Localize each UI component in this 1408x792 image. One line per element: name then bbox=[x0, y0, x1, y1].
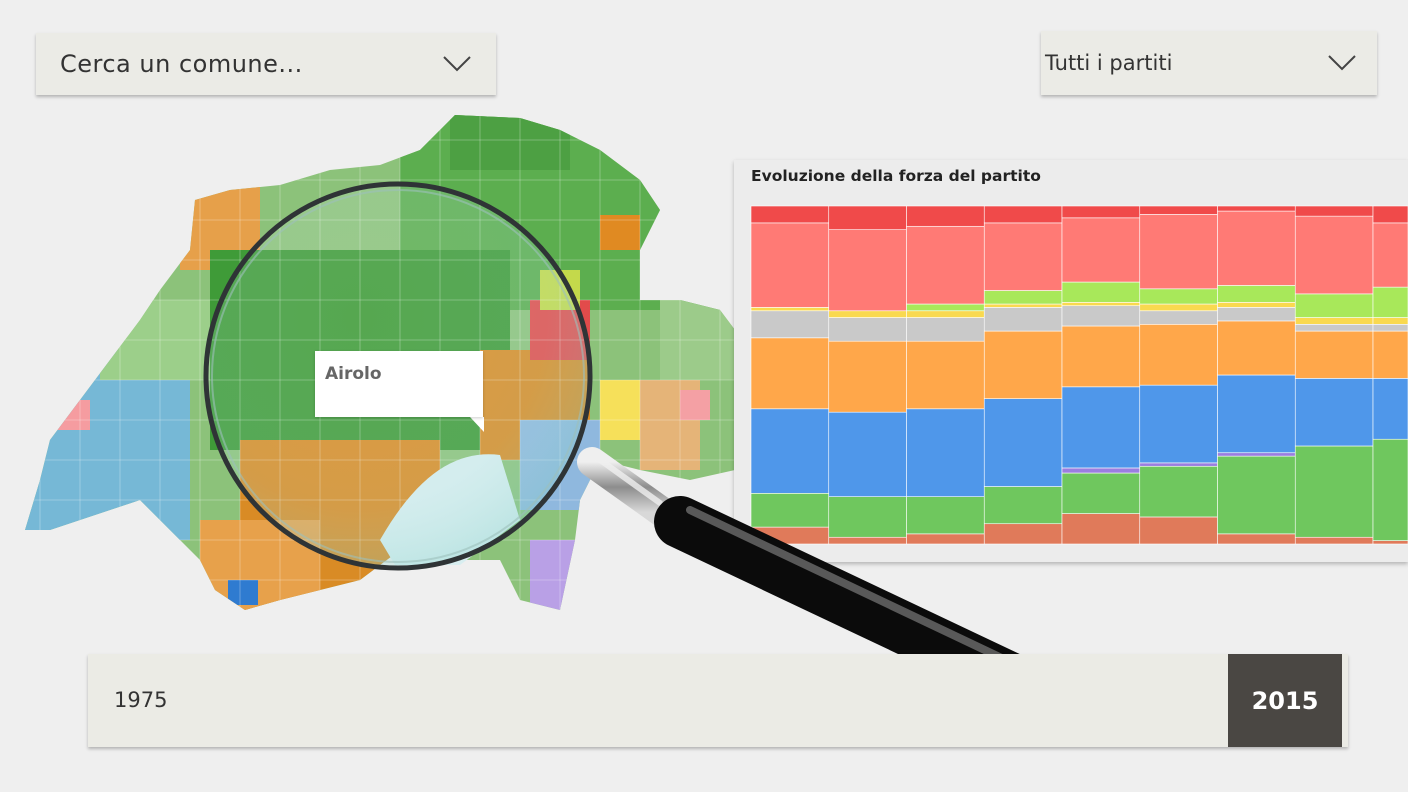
area-segment-series-1-period-4[interactable] bbox=[1061, 472, 1141, 514]
search-placeholder: Cerca un comune... bbox=[60, 50, 303, 78]
area-segment-series-8-period-3[interactable] bbox=[983, 222, 1063, 291]
area-segment-series-5-period-1[interactable] bbox=[828, 317, 907, 342]
area-segment-series-4-period-1[interactable] bbox=[828, 340, 907, 413]
area-segment-series-9-period-3[interactable] bbox=[983, 205, 1063, 224]
area-segment-series-3-period-4[interactable] bbox=[1061, 386, 1141, 469]
area-segment-series-6-period-2[interactable] bbox=[906, 310, 985, 318]
area-segment-series-1-period-8[interactable] bbox=[1372, 438, 1408, 541]
area-segment-series-7-period-2[interactable] bbox=[906, 303, 985, 312]
area-segment-series-5-period-5[interactable] bbox=[1139, 310, 1218, 325]
area-segment-series-5-period-4[interactable] bbox=[1061, 305, 1141, 327]
area-segment-series-6-period-7[interactable] bbox=[1294, 317, 1374, 325]
area-segment-series-3-period-5[interactable] bbox=[1139, 384, 1218, 464]
area-segment-series-7-period-6[interactable] bbox=[1217, 285, 1296, 303]
area-segment-series-9-period-2[interactable] bbox=[906, 205, 985, 227]
area-segment-series-5-period-0[interactable] bbox=[750, 310, 830, 339]
area-segment-series-1-period-5[interactable] bbox=[1139, 465, 1218, 518]
area-segment-series-1-period-7[interactable] bbox=[1294, 445, 1374, 538]
area-segment-series-8-period-5[interactable] bbox=[1139, 214, 1218, 290]
area-segment-series-0-period-7[interactable] bbox=[1294, 536, 1374, 545]
area-segment-series-8-period-4[interactable] bbox=[1061, 217, 1141, 283]
area-segment-series-8-period-1[interactable] bbox=[828, 229, 907, 312]
party-strength-chart-panel: Evoluzione della forza del partito bbox=[734, 160, 1408, 562]
area-segment-series-8-period-0[interactable] bbox=[750, 222, 830, 308]
municipality-search-dropdown[interactable]: Cerca un comune... bbox=[36, 33, 496, 95]
area-segment-series-5-period-8[interactable] bbox=[1372, 324, 1408, 332]
tooltip-municipality-name: Airolo bbox=[325, 364, 382, 384]
year-timeline-slider[interactable]: 1975 2015 bbox=[88, 654, 1348, 747]
area-segment-series-2-period-6[interactable] bbox=[1217, 452, 1296, 457]
area-segment-series-2-period-5[interactable] bbox=[1139, 462, 1218, 467]
area-segment-series-0-period-3[interactable] bbox=[983, 523, 1063, 545]
area-segment-series-1-period-3[interactable] bbox=[983, 486, 1063, 525]
area-segment-series-9-period-0[interactable] bbox=[750, 205, 830, 224]
area-segment-series-8-period-7[interactable] bbox=[1294, 215, 1374, 295]
area-segment-series-4-period-6[interactable] bbox=[1217, 320, 1296, 376]
area-segment-series-3-period-1[interactable] bbox=[828, 411, 907, 497]
area-segment-series-3-period-7[interactable] bbox=[1294, 378, 1374, 447]
area-segment-series-0-period-5[interactable] bbox=[1139, 516, 1218, 545]
area-segment-series-1-period-0[interactable] bbox=[750, 492, 830, 528]
area-segment-series-9-period-4[interactable] bbox=[1061, 205, 1141, 219]
area-segment-series-5-period-2[interactable] bbox=[906, 317, 985, 342]
area-segment-series-6-period-3[interactable] bbox=[983, 303, 1063, 308]
area-segment-series-5-period-6[interactable] bbox=[1217, 307, 1296, 322]
area-segment-series-3-period-0[interactable] bbox=[750, 408, 830, 494]
area-segment-series-4-period-4[interactable] bbox=[1061, 325, 1141, 388]
area-segment-series-6-period-1[interactable] bbox=[828, 310, 907, 318]
area-segment-series-0-period-1[interactable] bbox=[828, 536, 907, 545]
area-segment-series-7-period-4[interactable] bbox=[1061, 281, 1141, 303]
area-segment-series-4-period-0[interactable] bbox=[750, 337, 830, 410]
area-segment-series-7-period-7[interactable] bbox=[1294, 293, 1374, 318]
area-segment-series-6-period-8[interactable] bbox=[1372, 317, 1408, 325]
area-segment-series-9-period-5[interactable] bbox=[1139, 205, 1218, 215]
area-segment-series-6-period-6[interactable] bbox=[1217, 302, 1296, 308]
area-segment-series-4-period-5[interactable] bbox=[1139, 324, 1218, 386]
chevron-down-icon bbox=[1328, 55, 1356, 71]
area-segment-series-9-period-6[interactable] bbox=[1217, 205, 1296, 212]
area-segment-series-8-period-6[interactable] bbox=[1217, 210, 1296, 286]
area-segment-series-3-period-3[interactable] bbox=[983, 398, 1063, 487]
area-segment-series-4-period-2[interactable] bbox=[906, 340, 985, 410]
area-segment-series-1-period-6[interactable] bbox=[1217, 455, 1296, 535]
stacked-area-chart[interactable] bbox=[734, 160, 1408, 562]
area-segment-series-6-period-4[interactable] bbox=[1061, 302, 1141, 307]
area-segment-series-4-period-8[interactable] bbox=[1372, 330, 1408, 379]
area-segment-series-1-period-2[interactable] bbox=[906, 496, 985, 535]
area-segment-series-8-period-8[interactable] bbox=[1372, 222, 1408, 288]
area-segment-series-3-period-6[interactable] bbox=[1217, 374, 1296, 454]
area-segment-series-3-period-8[interactable] bbox=[1372, 378, 1408, 440]
timeline-current-year-handle[interactable]: 2015 bbox=[1228, 654, 1342, 747]
area-segment-series-7-period-3[interactable] bbox=[983, 290, 1063, 305]
party-filter-dropdown[interactable]: Tutti i partiti bbox=[1041, 31, 1377, 95]
area-segment-series-4-period-7[interactable] bbox=[1294, 330, 1374, 379]
area-segment-series-4-period-3[interactable] bbox=[983, 330, 1063, 399]
area-segment-series-0-period-0[interactable] bbox=[750, 526, 830, 545]
area-segment-series-7-period-5[interactable] bbox=[1139, 288, 1218, 305]
chevron-down-icon bbox=[443, 56, 471, 72]
map-tooltip: Airolo bbox=[315, 351, 483, 417]
area-segment-series-0-period-8[interactable] bbox=[1372, 540, 1408, 545]
area-segment-series-3-period-2[interactable] bbox=[906, 408, 985, 497]
area-segment-series-9-period-7[interactable] bbox=[1294, 205, 1374, 217]
party-filter-value: Tutti i partiti bbox=[1045, 51, 1173, 75]
area-segment-series-8-period-2[interactable] bbox=[906, 225, 985, 305]
area-segment-series-6-period-5[interactable] bbox=[1139, 303, 1218, 312]
area-segment-series-5-period-7[interactable] bbox=[1294, 324, 1374, 332]
area-segment-series-0-period-4[interactable] bbox=[1061, 513, 1141, 545]
area-segment-series-0-period-2[interactable] bbox=[906, 533, 985, 545]
area-segment-series-2-period-4[interactable] bbox=[1061, 467, 1141, 474]
area-segment-series-5-period-3[interactable] bbox=[983, 307, 1063, 332]
area-segment-series-9-period-1[interactable] bbox=[828, 205, 907, 230]
area-segment-series-1-period-1[interactable] bbox=[828, 496, 907, 538]
area-segment-series-6-period-0[interactable] bbox=[750, 307, 830, 312]
area-segment-series-9-period-8[interactable] bbox=[1372, 205, 1408, 224]
area-segment-series-0-period-6[interactable] bbox=[1217, 533, 1296, 545]
area-segment-series-7-period-8[interactable] bbox=[1372, 286, 1408, 318]
timeline-start-year: 1975 bbox=[114, 688, 168, 712]
